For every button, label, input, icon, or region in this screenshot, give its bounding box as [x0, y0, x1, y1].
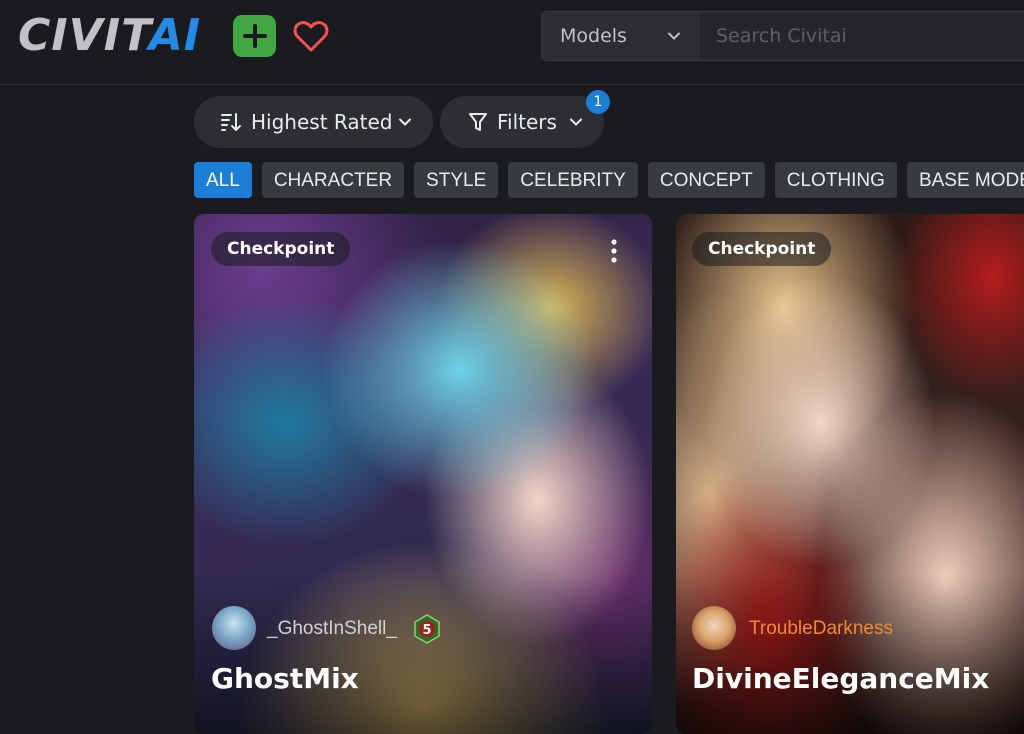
- heart-icon: [293, 21, 329, 52]
- tag-character[interactable]: CHARACTER: [261, 162, 405, 198]
- card-image-shade: [676, 574, 1024, 734]
- create-button[interactable]: [233, 15, 276, 57]
- avatar[interactable]: [692, 606, 736, 650]
- creator-rank-badge: 5: [414, 614, 440, 644]
- card-image-shade: [194, 574, 652, 734]
- filters-dropdown[interactable]: Filters: [440, 96, 604, 148]
- search-category-select[interactable]: Models: [542, 12, 700, 60]
- model-type-badge: Checkpoint: [692, 232, 832, 266]
- model-card[interactable]: Checkpoint _GhostInShell_ 5 GhostMix: [194, 214, 652, 734]
- tag-base-model[interactable]: BASE MODEL: [906, 162, 1024, 198]
- chevron-down-icon: [668, 32, 680, 40]
- filter-count-badge: 1: [586, 90, 610, 114]
- chevron-down-icon: [570, 118, 582, 126]
- logo-text-civit: CIVIT: [18, 10, 149, 61]
- chevron-down-icon: [399, 118, 411, 126]
- logo-text-ai: AI: [148, 10, 202, 61]
- tag-celebrity[interactable]: CELEBRITY: [508, 162, 638, 198]
- sort-descending-icon: [221, 113, 241, 131]
- tag-all[interactable]: ALL: [194, 162, 252, 198]
- favorites-button[interactable]: [292, 17, 330, 55]
- avatar[interactable]: [212, 606, 256, 650]
- tag-concept[interactable]: CONCEPT: [647, 162, 765, 198]
- more-options-icon[interactable]: [604, 236, 624, 266]
- sort-dropdown[interactable]: Highest Rated: [194, 96, 433, 148]
- model-name[interactable]: GhostMix: [211, 662, 359, 695]
- model-type-badge: Checkpoint: [211, 232, 351, 266]
- tag-style[interactable]: STYLE: [414, 162, 499, 198]
- filter-icon: [469, 113, 487, 131]
- creator-rank-value: 5: [422, 623, 431, 638]
- search-category-label: Models: [560, 25, 627, 47]
- creator-username[interactable]: TroubleDarkness: [749, 618, 893, 640]
- tag-clothing[interactable]: CLOTHING: [774, 162, 897, 198]
- search-input[interactable]: [700, 11, 1024, 61]
- plus-icon: [242, 24, 267, 48]
- model-card[interactable]: Checkpoint TroubleDarkness DivineEleganc…: [676, 214, 1024, 734]
- search-bar: Models: [541, 11, 1024, 61]
- sort-label: Highest Rated: [251, 110, 393, 134]
- top-header: CIVITAI Models: [0, 0, 1024, 85]
- filters-label: Filters: [497, 110, 557, 134]
- category-tags: ALL CHARACTER STYLE CELEBRITY CONCEPT CL…: [194, 162, 1024, 198]
- creator-username[interactable]: _GhostInShell_: [267, 618, 397, 640]
- civitai-logo[interactable]: CIVITAI: [18, 14, 201, 58]
- model-name[interactable]: DivineEleganceMix: [692, 662, 989, 695]
